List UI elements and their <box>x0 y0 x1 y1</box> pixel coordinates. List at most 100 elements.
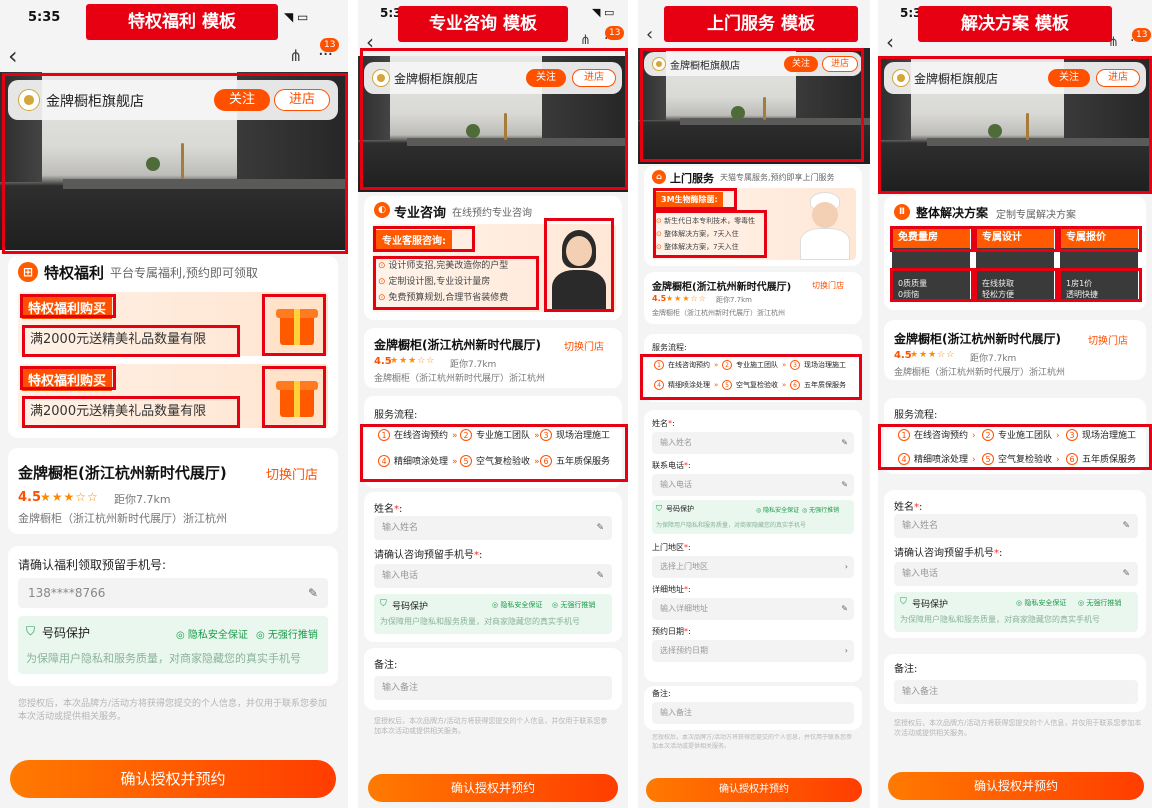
comparison-canvas: 5:35 ◥ ▭ ‹ ⋔ ··· 13 金牌橱柜旗舰店 关注 进店 ⊞ 特权福利… <box>0 0 1152 808</box>
edit-icon[interactable]: ✎ <box>841 432 848 454</box>
solution-column-desc: 透明快捷 <box>1066 290 1098 299</box>
solution-column-desc: 0烦恼 <box>898 290 920 299</box>
store-bar: 金牌橱柜旗舰店 关注 进店 <box>364 62 622 94</box>
panel-privilege: 5:35 ◥ ▭ ‹ ⋔ ··· 13 金牌橱柜旗舰店 关注 进店 ⊞ 特权福利… <box>0 0 348 808</box>
phone-input[interactable]: 输入电话 ✎ <box>894 562 1138 586</box>
edit-icon[interactable]: ✎ <box>596 516 604 540</box>
enter-store-button[interactable]: 进店 <box>1096 69 1140 87</box>
switch-store-link[interactable]: 切换门店 <box>564 338 604 353</box>
process-step: 6 五年质保服务 <box>1066 452 1136 465</box>
back-icon[interactable]: ‹ <box>8 44 18 68</box>
edit-icon[interactable]: ✎ <box>1122 514 1130 538</box>
edit-icon[interactable]: ✎ <box>308 578 318 608</box>
number-protect-box: ⛉ 号码保护 ◎ 隐私安全保证 ◎ 无强行推销 为保障用户隐私和服务质量，对商家… <box>652 500 854 534</box>
store-address: 金牌橱柜（浙江杭州新时代展厅）浙江杭州 <box>652 309 785 317</box>
store-logo <box>652 57 666 71</box>
phone-input[interactable]: 输入电话 ✎ <box>374 564 612 588</box>
switch-store-link[interactable]: 切换门店 <box>1088 332 1128 347</box>
pause-icon: Ⅱ <box>894 204 910 220</box>
onsite-banner: 3M生物酶除菌: ⊙ 新生代日本专利技术，零毒性 ⊙ 整体解决方案，7天入住 ⊙… <box>652 188 856 260</box>
benefit-item[interactable]: 特权福利购买 满2000元送精美礼品数量有限 <box>18 292 328 356</box>
panel-onsite: ‹ 金牌橱柜旗舰店 关注 进店 ⌂ 上门服务 天猫专属服务,预约即享上门服务 3… <box>638 0 870 808</box>
note-input[interactable]: 输入备注 <box>374 676 612 700</box>
edit-icon[interactable]: ✎ <box>596 564 604 588</box>
edit-icon[interactable]: ✎ <box>841 598 848 620</box>
form-card: 姓名*: 输入姓名 ✎ 请确认咨询预留手机号*: 输入电话 ✎ ⛉ 号码保护 ◎ 隐… <box>364 492 622 642</box>
process-step: 4 精细喷涂处理 › <box>898 452 976 465</box>
home-icon: ⌂ <box>652 170 666 184</box>
template-label: 解决方案 模板 <box>918 6 1112 42</box>
solution-column-desc: 0质质量 <box>898 279 928 288</box>
note-card: 备注: 输入备注 <box>364 648 622 710</box>
store-logo <box>18 89 40 111</box>
consult-icon: ◐ <box>374 202 390 218</box>
name-input[interactable]: 输入姓名 ✎ <box>894 514 1138 538</box>
guarantee-no-sales: ◎ 无强行推销 <box>1078 599 1122 607</box>
name-input[interactable]: 输入姓名 ✎ <box>652 432 854 454</box>
phone-input[interactable]: 138****8766 ✎ <box>18 578 328 608</box>
note-input[interactable]: 输入备注 <box>894 680 1138 704</box>
store-rating: 4.5 <box>18 490 42 505</box>
section-subtitle: 平台专属福利,预约即可领取 <box>110 266 258 280</box>
consultant-photo <box>544 226 612 310</box>
store-distance: 距你7.7km <box>970 354 1017 364</box>
solution-column-desc: 在线获取 <box>982 279 1014 288</box>
follow-button[interactable]: 关注 <box>214 89 270 111</box>
store-bar: 金牌橱柜旗舰店 关注 进店 <box>8 80 338 120</box>
solution-column[interactable]: 专属报价 1房1价 透明快捷 <box>1060 228 1138 302</box>
store-distance: 距你7.7km <box>716 296 753 304</box>
edit-icon[interactable]: ✎ <box>1122 562 1130 586</box>
section-subtitle: 在线预约专业咨询 <box>452 208 532 219</box>
worker-photo <box>794 188 854 260</box>
process-step: 1 在线咨询预约» <box>654 360 718 370</box>
message-count-badge: 13 <box>605 26 625 40</box>
process-step: 5 空气复检验收 › <box>982 452 1060 465</box>
note-input[interactable]: 输入备注 <box>652 702 854 724</box>
follow-button[interactable]: 关注 <box>1048 69 1090 87</box>
switch-store-link[interactable]: 切换门店 <box>266 464 318 483</box>
chevron-right-icon: › <box>844 646 848 655</box>
follow-button[interactable]: 关注 <box>526 69 566 87</box>
share-icon[interactable]: ⋔ <box>289 48 302 64</box>
enter-store-button[interactable]: 进店 <box>572 69 616 87</box>
back-icon[interactable]: ‹ <box>886 32 894 52</box>
section-title: 上门服务 <box>670 172 714 185</box>
benefit-item[interactable]: 特权福利购买 满2000元送精美礼品数量有限 <box>18 364 328 428</box>
phone-input[interactable]: 输入电话 ✎ <box>652 474 854 496</box>
confirm-button[interactable]: 确认授权并预约 <box>646 778 862 802</box>
confirm-button[interactable]: 确认授权并预约 <box>10 760 336 798</box>
edit-icon[interactable]: ✎ <box>841 474 848 496</box>
section-subtitle: 天猫专属服务,预约即享上门服务 <box>720 173 835 182</box>
back-icon[interactable]: ‹ <box>646 26 653 44</box>
switch-store-link[interactable]: 切换门店 <box>812 280 844 291</box>
enter-store-button[interactable]: 进店 <box>274 89 330 111</box>
gift-box-icon <box>270 368 324 424</box>
store-bar: 金牌橱柜旗舰店 关注 进店 <box>644 52 862 76</box>
confirm-button[interactable]: 确认授权并预约 <box>888 772 1144 800</box>
phone-label: 请确认咨询预留手机号*: <box>894 548 1003 559</box>
share-icon[interactable]: ⋔ <box>580 34 591 47</box>
enter-store-button[interactable]: 进店 <box>822 56 858 72</box>
form-card: 姓名*: 输入姓名 ✎ 联系电话*: 输入电话 ✎ ⛉ 号码保护 ◎ 隐私安全保证 … <box>644 410 862 682</box>
follow-button[interactable]: 关注 <box>784 56 818 72</box>
address-input[interactable]: 输入详细地址 ✎ <box>652 598 854 620</box>
confirm-button[interactable]: 确认授权并预约 <box>368 774 618 802</box>
gift-icon: ⊞ <box>18 262 38 282</box>
solution-column[interactable]: 专属设计 在线获取 轻松方便 <box>976 228 1054 302</box>
name-input[interactable]: 输入姓名 ✎ <box>374 516 612 540</box>
area-select[interactable]: 选择上门地区 › <box>652 556 854 578</box>
date-select[interactable]: 选择预约日期 › <box>652 640 854 662</box>
star-rating-icon: ★★★☆☆ <box>666 294 707 303</box>
protect-title: 号码保护 <box>42 626 91 640</box>
banner-head: 专业客服咨询: <box>376 230 452 249</box>
store-title: 金牌橱柜(浙江杭州新时代展厅) <box>894 332 1061 346</box>
section-title: 专业咨询 <box>394 206 447 221</box>
solution-column[interactable]: 免费量房 0质质量 0烦恼 <box>892 228 970 302</box>
back-icon[interactable]: ‹ <box>366 32 374 52</box>
solution-column-desc: 轻松方便 <box>982 290 1014 299</box>
benefit-desc: 满2000元送精美礼品数量有限 <box>30 404 207 419</box>
contact-label: 联系电话*: <box>652 461 691 470</box>
store-title: 金牌橱柜(浙江杭州新时代展厅) <box>652 282 792 293</box>
phone-label: 请确认福利领取预留手机号: <box>18 558 167 572</box>
disclaimer: 您授权后，本次品牌方/活动方将获得您提交的个人信息，并仅用于联系您参加本次活动或… <box>374 717 608 736</box>
